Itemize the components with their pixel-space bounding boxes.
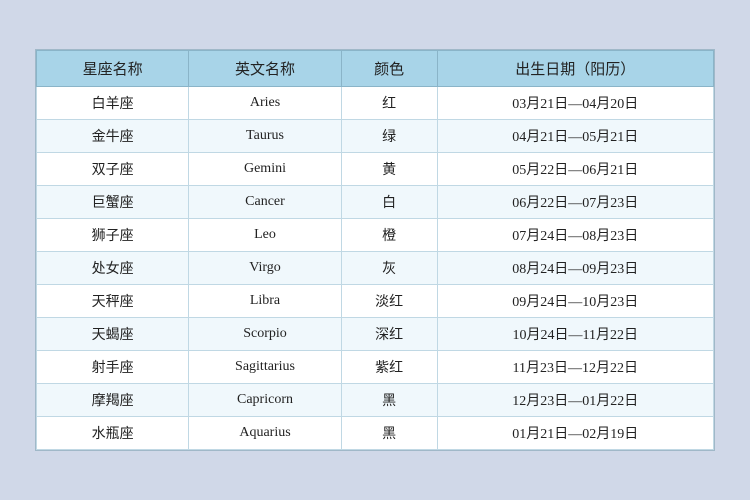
cell-english-name: Virgo xyxy=(189,252,341,285)
table-row: 狮子座Leo橙07月24日—08月23日 xyxy=(37,219,714,252)
cell-english-name: Leo xyxy=(189,219,341,252)
header-dates: 出生日期（阳历） xyxy=(437,51,713,87)
cell-english-name: Scorpio xyxy=(189,318,341,351)
cell-english-name: Gemini xyxy=(189,153,341,186)
cell-chinese-name: 天秤座 xyxy=(37,285,189,318)
cell-english-name: Capricorn xyxy=(189,384,341,417)
cell-chinese-name: 射手座 xyxy=(37,351,189,384)
cell-chinese-name: 金牛座 xyxy=(37,120,189,153)
table-row: 处女座Virgo灰08月24日—09月23日 xyxy=(37,252,714,285)
cell-english-name: Aquarius xyxy=(189,417,341,450)
cell-dates: 09月24日—10月23日 xyxy=(437,285,713,318)
cell-english-name: Cancer xyxy=(189,186,341,219)
cell-dates: 11月23日—12月22日 xyxy=(437,351,713,384)
cell-english-name: Libra xyxy=(189,285,341,318)
table-header-row: 星座名称 英文名称 颜色 出生日期（阳历） xyxy=(37,51,714,87)
cell-dates: 08月24日—09月23日 xyxy=(437,252,713,285)
cell-dates: 05月22日—06月21日 xyxy=(437,153,713,186)
zodiac-table-container: 星座名称 英文名称 颜色 出生日期（阳历） 白羊座Aries红03月21日—04… xyxy=(35,49,715,451)
table-row: 水瓶座Aquarius黑01月21日—02月19日 xyxy=(37,417,714,450)
cell-color: 绿 xyxy=(341,120,437,153)
cell-color: 橙 xyxy=(341,219,437,252)
cell-english-name: Aries xyxy=(189,87,341,120)
cell-english-name: Taurus xyxy=(189,120,341,153)
header-chinese-name: 星座名称 xyxy=(37,51,189,87)
cell-chinese-name: 天蝎座 xyxy=(37,318,189,351)
cell-chinese-name: 双子座 xyxy=(37,153,189,186)
cell-color: 紫红 xyxy=(341,351,437,384)
cell-color: 深红 xyxy=(341,318,437,351)
cell-dates: 10月24日—11月22日 xyxy=(437,318,713,351)
table-row: 双子座Gemini黄05月22日—06月21日 xyxy=(37,153,714,186)
cell-color: 灰 xyxy=(341,252,437,285)
cell-color: 黄 xyxy=(341,153,437,186)
table-row: 金牛座Taurus绿04月21日—05月21日 xyxy=(37,120,714,153)
cell-chinese-name: 水瓶座 xyxy=(37,417,189,450)
table-row: 巨蟹座Cancer白06月22日—07月23日 xyxy=(37,186,714,219)
cell-color: 红 xyxy=(341,87,437,120)
cell-dates: 04月21日—05月21日 xyxy=(437,120,713,153)
cell-dates: 03月21日—04月20日 xyxy=(437,87,713,120)
table-row: 摩羯座Capricorn黑12月23日—01月22日 xyxy=(37,384,714,417)
zodiac-table: 星座名称 英文名称 颜色 出生日期（阳历） 白羊座Aries红03月21日—04… xyxy=(36,50,714,450)
table-row: 白羊座Aries红03月21日—04月20日 xyxy=(37,87,714,120)
cell-chinese-name: 处女座 xyxy=(37,252,189,285)
cell-chinese-name: 白羊座 xyxy=(37,87,189,120)
cell-dates: 06月22日—07月23日 xyxy=(437,186,713,219)
cell-color: 黑 xyxy=(341,417,437,450)
table-row: 射手座Sagittarius紫红11月23日—12月22日 xyxy=(37,351,714,384)
cell-dates: 07月24日—08月23日 xyxy=(437,219,713,252)
header-color: 颜色 xyxy=(341,51,437,87)
table-row: 天蝎座Scorpio深红10月24日—11月22日 xyxy=(37,318,714,351)
table-row: 天秤座Libra淡红09月24日—10月23日 xyxy=(37,285,714,318)
table-body: 白羊座Aries红03月21日—04月20日金牛座Taurus绿04月21日—0… xyxy=(37,87,714,450)
cell-color: 黑 xyxy=(341,384,437,417)
cell-color: 淡红 xyxy=(341,285,437,318)
header-english-name: 英文名称 xyxy=(189,51,341,87)
cell-dates: 12月23日—01月22日 xyxy=(437,384,713,417)
cell-chinese-name: 狮子座 xyxy=(37,219,189,252)
cell-color: 白 xyxy=(341,186,437,219)
cell-chinese-name: 摩羯座 xyxy=(37,384,189,417)
cell-dates: 01月21日—02月19日 xyxy=(437,417,713,450)
cell-english-name: Sagittarius xyxy=(189,351,341,384)
cell-chinese-name: 巨蟹座 xyxy=(37,186,189,219)
